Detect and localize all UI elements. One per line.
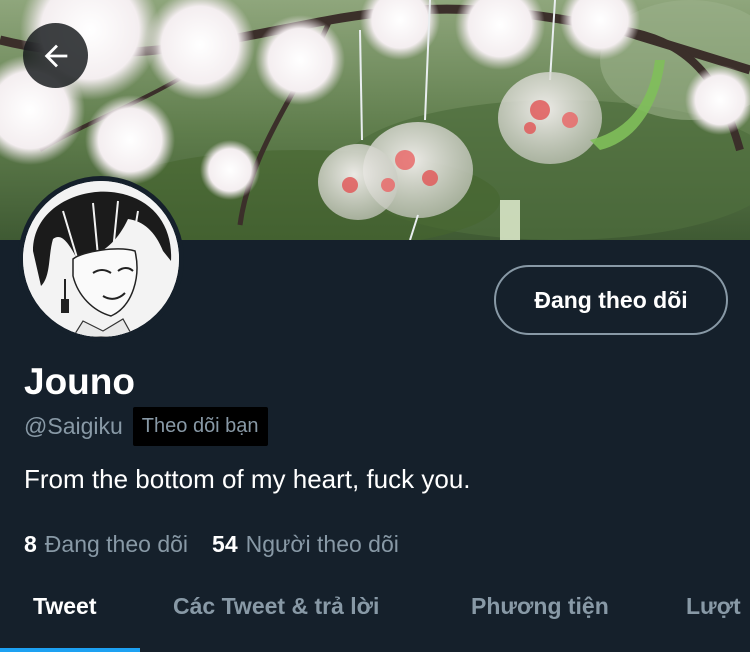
- follows-you-badge: Theo dõi bạn: [132, 406, 268, 446]
- avatar-image: [23, 181, 179, 337]
- display-name: Jouno: [24, 361, 135, 402]
- tab-likes[interactable]: Lượt: [686, 584, 741, 652]
- tab-media[interactable]: Phương tiện: [471, 584, 609, 652]
- followers-label: Người theo dõi: [245, 531, 399, 557]
- handle-row: @Saigiku Theo dõi bạn: [24, 406, 268, 446]
- following-count: 8: [24, 531, 37, 557]
- arrow-left-icon: [39, 39, 73, 73]
- following-stat[interactable]: 8 Đang theo dõi: [24, 528, 188, 560]
- active-tab-indicator: [0, 648, 140, 652]
- followers-count: 54: [212, 531, 238, 557]
- profile-screen: Đang theo dõi Jouno @Saigiku Theo dõi bạ…: [0, 0, 750, 652]
- user-handle: @Saigiku: [24, 412, 123, 439]
- back-button[interactable]: [23, 23, 88, 88]
- profile-tabs: Tweet Các Tweet & trả lời Phương tiện Lư…: [0, 584, 750, 652]
- followers-stat[interactable]: 54 Người theo dõi: [212, 528, 399, 560]
- tab-tweets-and-replies[interactable]: Các Tweet & trả lời: [173, 584, 379, 652]
- profile-bio: From the bottom of my heart, fuck you.: [24, 464, 471, 494]
- following-button[interactable]: Đang theo dõi: [494, 265, 728, 335]
- profile-avatar[interactable]: [18, 176, 184, 342]
- follow-stats: 8 Đang theo dõi 54 Người theo dõi: [24, 528, 399, 560]
- following-label: Đang theo dõi: [44, 531, 189, 557]
- tab-tweets[interactable]: Tweet: [33, 584, 96, 652]
